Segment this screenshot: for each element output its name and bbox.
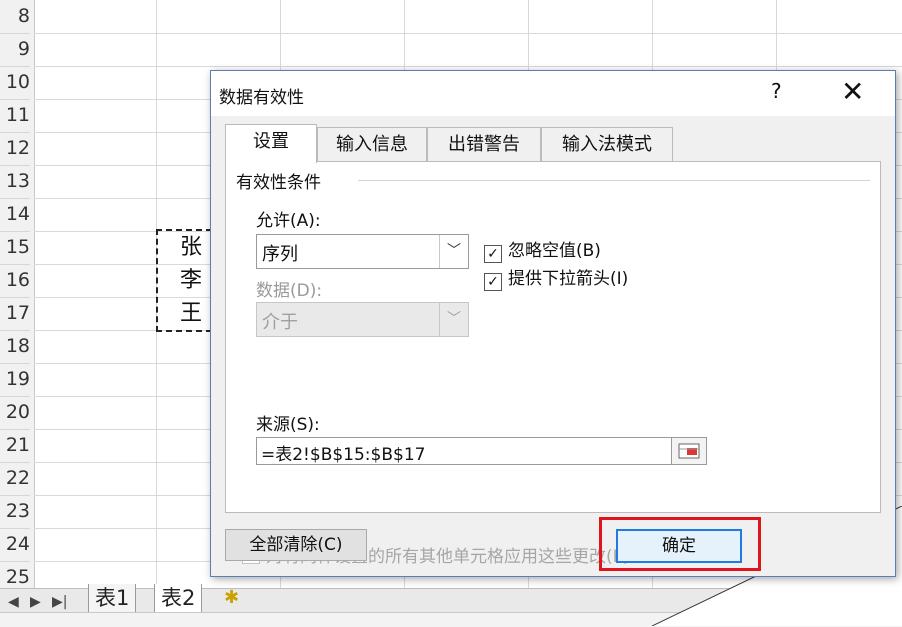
in-cell-dropdown-label: 提供下拉箭头(I)	[508, 269, 629, 289]
dialog-title: 数据有效性	[219, 88, 304, 108]
ok-button[interactable]: 确定	[616, 529, 742, 563]
source-input[interactable]: =表2!$B$15:$B$17	[256, 437, 698, 465]
settings-panel: 有效性条件 允许(A): 序列 ﹀ ✓ 忽略空值(B) ✓ 提供下拉箭头(I) 数据…	[225, 161, 881, 567]
data-select: 介于 ﹀	[256, 302, 469, 337]
chevron-down-icon[interactable]: ﹀	[439, 235, 468, 268]
source-value: =表2!$B$15:$B$17	[261, 445, 426, 465]
chevron-down-icon: ﹀	[439, 303, 468, 336]
next-sheet-icon[interactable]: ▶	[30, 594, 41, 610]
close-button[interactable]: ✕	[841, 75, 864, 108]
tab-error-alert[interactable]: 出错警告	[427, 127, 541, 162]
ignore-blank-checkbox[interactable]: ✓ 忽略空值(B)	[484, 236, 601, 263]
help-button[interactable]: ?	[771, 79, 782, 103]
row-number[interactable]: 20	[0, 396, 30, 430]
grid-line	[34, 66, 902, 67]
allow-label: 允许(A):	[256, 211, 321, 231]
tab-input-message[interactable]: 输入信息	[317, 127, 427, 162]
tab-settings[interactable]: 设置	[225, 124, 317, 163]
row-number[interactable]: 11	[0, 99, 30, 133]
last-sheet-icon[interactable]: ▶|	[52, 594, 67, 610]
group-divider	[358, 180, 870, 181]
row-number[interactable]: 24	[0, 528, 30, 562]
allow-value: 序列	[262, 244, 298, 265]
row-number[interactable]: 16	[0, 264, 30, 298]
row-number[interactable]: 19	[0, 363, 30, 397]
in-cell-dropdown-checkbox[interactable]: ✓ 提供下拉箭头(I)	[484, 264, 628, 291]
sheet-tab-1[interactable]: 表1	[88, 584, 137, 613]
highlight-box: 确定	[599, 517, 761, 571]
grid-line	[34, 33, 902, 34]
row-number[interactable]: 8	[0, 0, 30, 34]
clear-all-button[interactable]: 全部清除(C)	[225, 529, 367, 561]
allow-select[interactable]: 序列 ﹀	[256, 234, 469, 269]
row-number[interactable]: 9	[0, 33, 30, 67]
ignore-blank-label: 忽略空值(B)	[508, 241, 601, 261]
data-validation-dialog: 数据有效性 ? ✕ 设置 输入信息 出错警告 输入法模式 有效性条件 允许(A)…	[210, 70, 896, 577]
row-number[interactable]: 13	[0, 165, 30, 199]
tab-ime-mode[interactable]: 输入法模式	[541, 127, 673, 162]
source-label: 来源(S):	[256, 415, 320, 435]
row-number[interactable]: 21	[0, 429, 30, 463]
row-header: 8 9 10 11 12 13 14 15 16 17 18 19 20 21 …	[0, 0, 35, 595]
row-number[interactable]: 10	[0, 66, 30, 100]
row-number[interactable]: 17	[0, 297, 30, 331]
row-number[interactable]: 14	[0, 198, 30, 232]
row-number[interactable]: 18	[0, 330, 30, 364]
sheet-tab-2[interactable]: 表2	[154, 584, 203, 613]
validation-criteria-label: 有效性条件	[236, 168, 327, 193]
dialog-titlebar[interactable]: 数据有效性 ? ✕	[211, 71, 895, 116]
data-label: 数据(D):	[256, 281, 323, 301]
row-number[interactable]: 22	[0, 462, 30, 496]
checkbox-checked-icon[interactable]: ✓	[484, 245, 502, 263]
row-number[interactable]: 23	[0, 495, 30, 529]
first-sheet-icon[interactable]: ◀	[8, 594, 19, 610]
data-value: 介于	[262, 312, 298, 333]
checkbox-checked-icon[interactable]: ✓	[484, 273, 502, 291]
row-number[interactable]: 15	[0, 231, 30, 265]
new-sheet-icon[interactable]: ✱	[224, 587, 239, 608]
range-picker-icon[interactable]	[671, 437, 707, 465]
row-number[interactable]: 12	[0, 132, 30, 166]
